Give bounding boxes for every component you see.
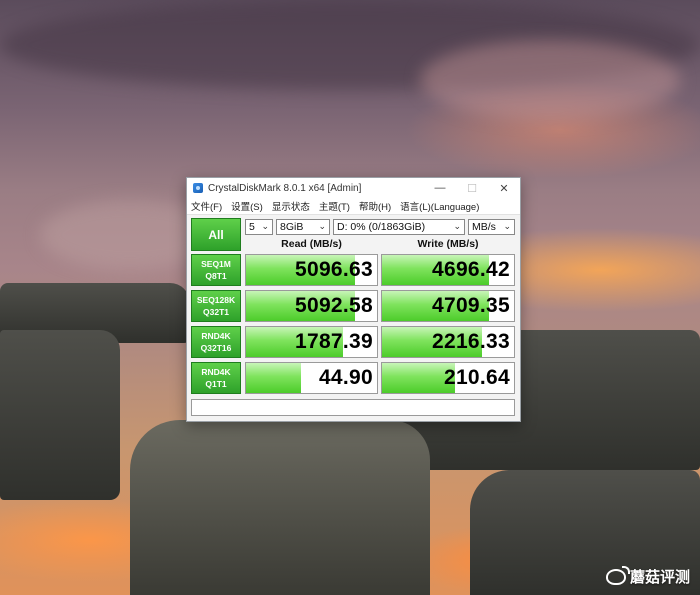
write-result-cell: 4709.35 <box>381 290 515 322</box>
read-result-cell: 5092.58 <box>245 290 378 322</box>
write-result-value: 210.64 <box>443 366 510 389</box>
menu-language[interactable]: 语言(L)(Language) <box>400 199 479 213</box>
minimize-button[interactable]: — <box>424 178 456 198</box>
chevron-down-icon: ⌄ <box>261 221 269 231</box>
close-button[interactable]: ✕ <box>488 178 520 198</box>
write-result-cell: 4696.42 <box>381 254 515 286</box>
count-select[interactable]: 5 ⌄ <box>245 219 273 235</box>
test-queue: Q1T1 <box>205 379 227 389</box>
menu-settings[interactable]: 设置(S) <box>231 199 263 213</box>
test-queue: Q32T1 <box>203 307 229 317</box>
write-result-cell: 2216.33 <box>381 326 515 358</box>
watermark-text: 蘑菇评测 <box>629 569 690 586</box>
test-rnd4k-q32t16-button[interactable]: RND4K Q32T16 <box>191 326 241 358</box>
write-result-value: 4696.42 <box>431 258 510 281</box>
menu-display[interactable]: 显示状态 <box>272 199 310 213</box>
title-bar[interactable]: CrystalDiskMark 8.0.1 x64 [Admin] — ☐ ✕ <box>187 178 520 198</box>
test-name: RND4K <box>201 367 231 377</box>
crystaldiskmark-window: CrystalDiskMark 8.0.1 x64 [Admin] — ☐ ✕ … <box>186 177 521 422</box>
comment-field[interactable] <box>191 399 515 416</box>
count-value: 5 <box>249 221 255 233</box>
disk-app-icon <box>193 183 203 193</box>
window-title: CrystalDiskMark 8.0.1 x64 [Admin] <box>208 182 362 194</box>
read-result-value: 5092.58 <box>294 294 373 317</box>
write-result-value: 4709.35 <box>431 294 510 317</box>
drive-value: D: 0% (0/1863GiB) <box>337 221 426 233</box>
chevron-down-icon: ⌄ <box>318 221 326 231</box>
test-seq128k-q32t1-button[interactable]: SEQ128K Q32T1 <box>191 290 241 322</box>
unit-value: MB/s <box>472 221 496 233</box>
test-queue: Q8T1 <box>205 271 227 281</box>
menu-theme[interactable]: 主题(T) <box>319 199 350 213</box>
read-result-cell: 5096.63 <box>245 254 378 286</box>
test-seq1m-q8t1-button[interactable]: SEQ1M Q8T1 <box>191 254 241 286</box>
read-result-value: 1787.39 <box>294 330 373 353</box>
write-result-cell: 210.64 <box>381 362 515 394</box>
chevron-down-icon: ⌄ <box>503 221 511 231</box>
menu-help[interactable]: 帮助(H) <box>359 199 391 213</box>
size-select[interactable]: 8GiB ⌄ <box>276 219 330 235</box>
write-column-header: Write (MB/s) <box>417 238 479 250</box>
test-name: RND4K <box>201 331 231 341</box>
read-result-bar <box>246 363 302 393</box>
read-result-cell: 1787.39 <box>245 326 378 358</box>
watermark: 蘑菇评测 <box>605 565 690 587</box>
test-name: SEQ1M <box>201 259 231 269</box>
test-name: SEQ128K <box>196 295 236 305</box>
chevron-down-icon: ⌄ <box>453 221 461 231</box>
read-result-value: 44.90 <box>318 366 373 389</box>
menu-bar: 文件(F) 设置(S) 显示状态 主题(T) 帮助(H) 语言(L)(Langu… <box>187 198 520 215</box>
read-column-header: Read (MB/s) <box>281 238 342 250</box>
menu-file[interactable]: 文件(F) <box>191 199 222 213</box>
read-result-value: 5096.63 <box>294 258 373 281</box>
unit-select[interactable]: MB/s ⌄ <box>468 219 515 235</box>
stone-pillar-left <box>0 330 120 500</box>
test-rnd4k-q1t1-button[interactable]: RND4K Q1T1 <box>191 362 241 394</box>
write-result-value: 2216.33 <box>431 330 510 353</box>
all-button[interactable]: All <box>191 218 241 251</box>
drive-select[interactable]: D: 0% (0/1863GiB) ⌄ <box>333 219 465 235</box>
read-result-cell: 44.90 <box>245 362 378 394</box>
test-queue: Q32T16 <box>200 343 232 353</box>
size-value: 8GiB <box>280 221 304 233</box>
weibo-icon <box>605 565 630 585</box>
maximize-button[interactable]: ☐ <box>456 178 488 198</box>
wallpaper-cloud <box>420 40 680 120</box>
stone-pillar-center <box>130 420 430 595</box>
